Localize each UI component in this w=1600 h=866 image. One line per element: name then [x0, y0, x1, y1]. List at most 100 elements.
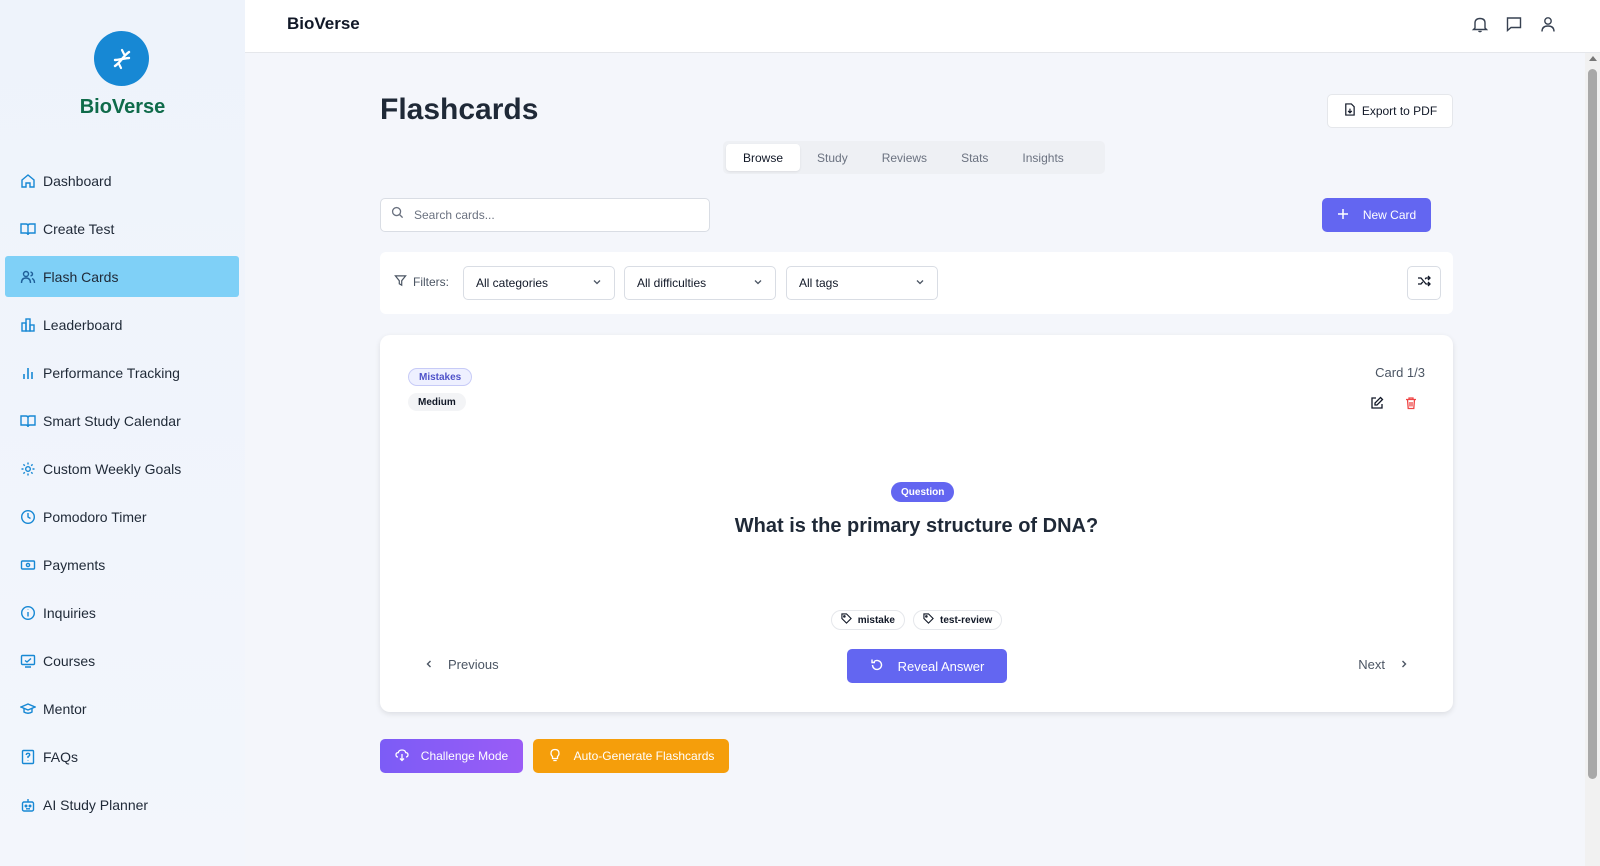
- sidebar-item-label: Flash Cards: [43, 268, 119, 285]
- reveal-answer-button[interactable]: Reveal Answer: [847, 649, 1007, 683]
- shuffle-button[interactable]: [1407, 266, 1441, 300]
- tab-insights[interactable]: Insights: [1005, 144, 1080, 171]
- question-badge: Question: [891, 482, 955, 502]
- tab-study[interactable]: Study: [800, 144, 865, 171]
- sidebar-item-pomodoro-timer[interactable]: Pomodoro Timer: [5, 496, 239, 537]
- tag-chip: mistake: [830, 610, 905, 630]
- sidebar-item-payments[interactable]: Payments: [5, 544, 239, 585]
- sidebar-item-label: Custom Weekly Goals: [43, 460, 182, 477]
- clock-icon: [19, 508, 37, 526]
- book-icon: [19, 220, 37, 238]
- sidebar-item-ai-study-planner[interactable]: AI Study Planner: [5, 784, 239, 825]
- book-icon: [19, 412, 37, 430]
- sidebar-nav: Dashboard Create Test Flash Cards Leader…: [5, 160, 239, 832]
- file-download-icon: [1343, 103, 1356, 119]
- home-icon: [19, 172, 37, 190]
- sidebar-item-dashboard[interactable]: Dashboard: [5, 160, 239, 201]
- app-title: BioVerse: [287, 14, 360, 33]
- category-badge: Mistakes: [408, 368, 473, 386]
- filters-heading: Filters:: [394, 274, 449, 290]
- top-actions: [1470, 14, 1558, 34]
- gear-icon: [19, 460, 37, 478]
- robot-icon: [19, 796, 37, 814]
- sidebar-item-create-test[interactable]: Create Test: [5, 208, 239, 249]
- new-card-button[interactable]: New Card: [1322, 198, 1431, 232]
- tab-browse[interactable]: Browse: [726, 144, 801, 171]
- view-tabs: Browse Study Reviews Stats Insights: [723, 141, 1105, 174]
- previous-button[interactable]: Previous: [424, 657, 499, 672]
- sidebar-item-label: Performance Tracking: [43, 364, 180, 381]
- main-content: Flashcards Export to PDF Browse Study Re…: [245, 53, 1585, 866]
- shuffle-icon: [1417, 274, 1431, 293]
- card-question: What is the primary structure of DNA?: [734, 515, 1099, 537]
- bell-icon[interactable]: [1470, 14, 1490, 34]
- sidebar-item-performance-tracking[interactable]: Performance Tracking: [5, 352, 239, 393]
- tag-label: mistake: [857, 614, 895, 626]
- reveal-answer-label: Reveal Answer: [897, 658, 985, 674]
- sidebar-item-label: Courses: [43, 652, 96, 669]
- search-box: [380, 198, 710, 232]
- chevron-right-icon: [1399, 657, 1409, 672]
- challenge-mode-label: Challenge Mode: [420, 749, 509, 763]
- category-select[interactable]: All categories: [463, 266, 615, 300]
- tab-reviews[interactable]: Reviews: [865, 144, 944, 171]
- page-title: Flashcards: [380, 93, 539, 126]
- scroll-thumb[interactable]: [1588, 69, 1597, 779]
- chevron-left-icon: [424, 657, 434, 672]
- bar-chart-icon: [19, 364, 37, 382]
- chat-icon[interactable]: [1504, 14, 1524, 34]
- sidebar-item-label: AI Study Planner: [43, 796, 149, 813]
- page-scrollbar[interactable]: [1585, 53, 1600, 866]
- difficulty-select-value: All difficulties: [637, 276, 707, 290]
- sidebar-item-label: Inquiries: [43, 604, 96, 621]
- top-bar: BioVerse: [245, 0, 1600, 53]
- sidebar-item-inquiries[interactable]: Inquiries: [5, 592, 239, 633]
- building-icon: [19, 316, 37, 334]
- edit-icon[interactable]: [1369, 395, 1385, 411]
- export-pdf-label: Export to PDF: [1361, 104, 1438, 118]
- sidebar-item-label: Mentor: [43, 700, 87, 717]
- sidebar-item-smart-study-calendar[interactable]: Smart Study Calendar: [5, 400, 239, 441]
- category-select-value: All categories: [476, 276, 549, 290]
- tags-select-value: All tags: [799, 276, 839, 290]
- card-tags: mistake test-review: [380, 610, 1453, 630]
- rotate-icon: [870, 658, 884, 675]
- chevron-down-icon: [915, 276, 925, 290]
- sidebar-item-label: Leaderboard: [43, 316, 123, 333]
- sidebar-item-faqs[interactable]: FAQs: [5, 736, 239, 777]
- next-button[interactable]: Next: [1358, 657, 1409, 672]
- tags-select[interactable]: All tags: [786, 266, 938, 300]
- brand-name: BioVerse: [79, 96, 166, 118]
- lightbulb-icon: [548, 748, 562, 765]
- tag-chip: test-review: [913, 610, 1003, 630]
- sidebar-item-custom-weekly-goals[interactable]: Custom Weekly Goals: [5, 448, 239, 489]
- sidebar-item-label: Smart Study Calendar: [43, 412, 181, 429]
- previous-label: Previous: [448, 657, 499, 672]
- difficulty-select[interactable]: All difficulties: [624, 266, 776, 300]
- question-file-icon: [19, 748, 37, 766]
- filter-bar: Filters: All categories All difficulties…: [380, 252, 1453, 314]
- brain-icon: [395, 748, 409, 765]
- payment-icon: [19, 556, 37, 574]
- tab-stats[interactable]: Stats: [944, 144, 1005, 171]
- sidebar-item-mentor[interactable]: Mentor: [5, 688, 239, 729]
- filters-label: Filters:: [413, 275, 449, 289]
- new-card-label: New Card: [1362, 208, 1417, 222]
- card-counter: Card 1/3: [1375, 365, 1425, 380]
- auto-generate-label: Auto-Generate Flashcards: [573, 749, 715, 763]
- sidebar-item-leaderboard[interactable]: Leaderboard: [5, 304, 239, 345]
- challenge-mode-button[interactable]: Challenge Mode: [380, 739, 523, 773]
- search-icon: [391, 206, 404, 224]
- user-icon[interactable]: [1538, 14, 1558, 34]
- search-input[interactable]: [414, 208, 694, 222]
- export-pdf-button[interactable]: Export to PDF: [1327, 94, 1453, 128]
- scroll-up-arrow-icon[interactable]: [1589, 56, 1597, 61]
- tag-label: test-review: [940, 614, 993, 626]
- auto-generate-button[interactable]: Auto-Generate Flashcards: [533, 739, 729, 773]
- dna-logo-icon[interactable]: [94, 31, 149, 86]
- sidebar-item-flash-cards[interactable]: Flash Cards: [5, 256, 239, 297]
- sidebar-item-label: Payments: [43, 556, 106, 573]
- sidebar-item-courses[interactable]: Courses: [5, 640, 239, 681]
- trash-icon[interactable]: [1403, 395, 1419, 411]
- tag-icon: [923, 613, 934, 627]
